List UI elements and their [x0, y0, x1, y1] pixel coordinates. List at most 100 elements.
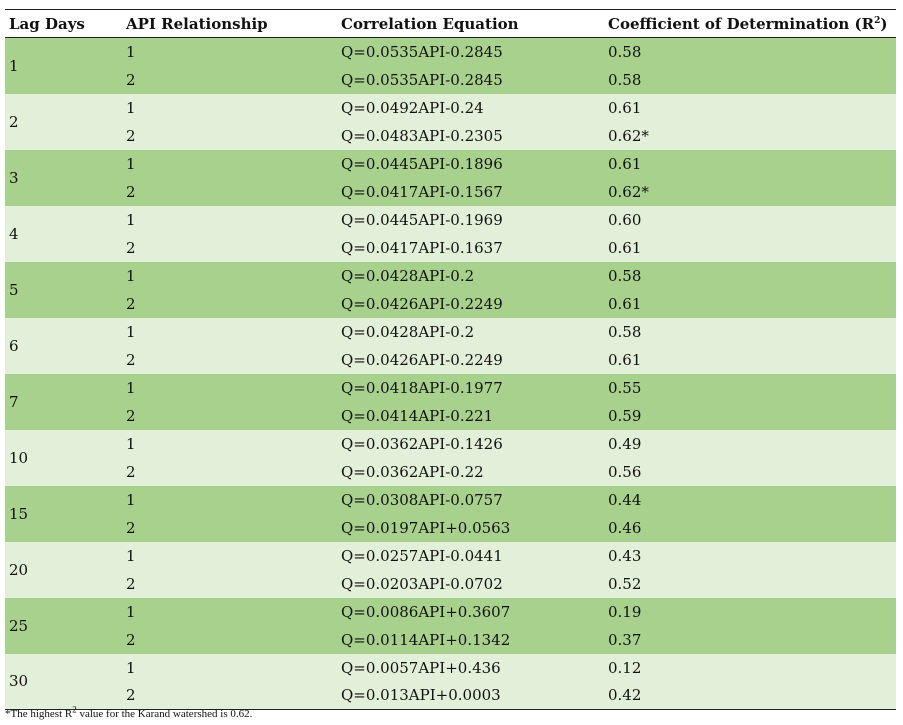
api-relationship-cell: 1: [122, 37, 337, 66]
r2-cell: 0.62*: [604, 121, 896, 150]
correlation-equation-cell: Q=0.0535API-0.2845: [337, 37, 604, 66]
lag-days-cell: 25: [5, 597, 122, 654]
table-row: 10 1 Q=0.0362API-0.1426 0.49: [5, 429, 896, 486]
r2-cell: 0.49: [604, 429, 896, 458]
table-header: Lag Days API Relationship Correlation Eq…: [5, 9, 896, 38]
lag-group-5: 6 1 Q=0.0428API-0.2 0.58 2 Q=0.0426API-0.2249…: [5, 317, 896, 374]
lag-group-8: 15 1 Q=0.0308API-0.0757 0.44 2 Q=0.0197API+0.…: [5, 485, 896, 542]
table-row: 6 1 Q=0.0428API-0.2 0.58: [5, 317, 896, 374]
r2-cell: 0.58: [604, 317, 896, 346]
api-relationship-cell: 2: [122, 177, 337, 206]
correlation-equation-cell: Q=0.0417API-0.1567: [337, 177, 604, 206]
r2-cell: 0.42: [604, 681, 896, 710]
lag-days-cell: 7: [5, 373, 122, 430]
table-row: 15 1 Q=0.0308API-0.0757 0.44: [5, 485, 896, 542]
r2-cell: 0.59: [604, 401, 896, 430]
lag-group-6: 7 1 Q=0.0418API-0.1977 0.55 2 Q=0.0414API-0.2…: [5, 373, 896, 430]
table-row: 2 Q=0.0535API-0.2845 0.58: [5, 65, 896, 94]
r2-cell: 0.19: [604, 597, 896, 626]
api-relationship-cell: 1: [122, 93, 337, 122]
header-correlation-equation: Correlation Equation: [341, 14, 519, 33]
table-row: 2 Q=0.0203API-0.0702 0.52: [5, 569, 896, 598]
r2-cell: 0.12: [604, 653, 896, 682]
table-row: 5 1 Q=0.0428API-0.2 0.58: [5, 261, 896, 318]
r2-cell: 0.60: [604, 205, 896, 234]
table-row: 7 1 Q=0.0418API-0.1977 0.55: [5, 373, 896, 430]
correlation-equation-cell: Q=0.0114API+0.1342: [337, 625, 604, 654]
lag-days-cell: 20: [5, 541, 122, 598]
api-relationship-cell: 1: [122, 205, 337, 234]
lag-days-cell: 2: [5, 93, 122, 150]
correlation-equation-cell: Q=0.0086API+0.3607: [337, 597, 604, 626]
table-row: 2 Q=0.0197API+0.0563 0.46: [5, 513, 896, 542]
lag-days-cell: 3: [5, 149, 122, 206]
api-relationship-cell: 1: [122, 597, 337, 626]
r2-cell: 0.61: [604, 149, 896, 178]
lag-group-10: 25 1 Q=0.0086API+0.3607 0.19 2 Q=0.0114API+0.…: [5, 597, 896, 654]
r2-cell: 0.61: [604, 345, 896, 374]
api-relationship-cell: 2: [122, 681, 337, 710]
lag-group-2: 3 1 Q=0.0445API-0.1896 0.61 2 Q=0.0417API-0.1…: [5, 149, 896, 206]
api-relationship-cell: 1: [122, 485, 337, 514]
api-relationship-cell: 1: [122, 373, 337, 402]
api-relationship-cell: 1: [122, 261, 337, 290]
lag-group-0: 1 1 Q=0.0535API-0.2845 0.58 2 Q=0.0535API-0.2…: [5, 37, 896, 94]
r2-cell: 0.61: [604, 93, 896, 122]
correlation-table: Lag Days API Relationship Correlation Eq…: [5, 9, 896, 710]
api-relationship-cell: 2: [122, 289, 337, 318]
table-row: 1 1 Q=0.0535API-0.2845 0.58: [5, 37, 896, 94]
table-row: 3 1 Q=0.0445API-0.1896 0.61: [5, 149, 896, 206]
table-row: 2 Q=0.0417API-0.1637 0.61: [5, 233, 896, 262]
correlation-equation-cell: Q=0.0197API+0.0563: [337, 513, 604, 542]
correlation-equation-cell: Q=0.0414API-0.221: [337, 401, 604, 430]
table-row: 20 1 Q=0.0257API-0.0441 0.43: [5, 541, 896, 598]
footnote-suffix: value for the Karand watershed is 0.62.: [76, 708, 253, 720]
table-row: 30 1 Q=0.0057API+0.436 0.12: [5, 653, 896, 710]
table-row: 4 1 Q=0.0445API-0.1969 0.60: [5, 205, 896, 262]
correlation-equation-cell: Q=0.0417API-0.1637: [337, 233, 604, 262]
table-row: 2 Q=0.0483API-0.2305 0.62*: [5, 121, 896, 150]
api-relationship-cell: 2: [122, 569, 337, 598]
correlation-equation-cell: Q=0.0428API-0.2: [337, 261, 604, 290]
lag-group-4: 5 1 Q=0.0428API-0.2 0.58 2 Q=0.0426API-0.2249…: [5, 261, 896, 318]
correlation-equation-cell: Q=0.0308API-0.0757: [337, 485, 604, 514]
lag-days-cell: 4: [5, 205, 122, 262]
lag-days-cell: 6: [5, 317, 122, 374]
api-relationship-cell: 2: [122, 625, 337, 654]
table-container: Lag Days API Relationship Correlation Eq…: [5, 9, 896, 710]
correlation-equation-cell: Q=0.0426API-0.2249: [337, 345, 604, 374]
correlation-equation-cell: Q=0.0483API-0.2305: [337, 121, 604, 150]
correlation-equation-cell: Q=0.0426API-0.2249: [337, 289, 604, 318]
r2-cell: 0.61: [604, 289, 896, 318]
lag-group-9: 20 1 Q=0.0257API-0.0441 0.43 2 Q=0.0203API-0.…: [5, 541, 896, 598]
r2-cell: 0.58: [604, 65, 896, 94]
r2-cell: 0.61: [604, 233, 896, 262]
api-relationship-cell: 2: [122, 121, 337, 150]
r2-cell: 0.55: [604, 373, 896, 402]
table-row: 2 Q=0.0114API+0.1342 0.37: [5, 625, 896, 654]
correlation-equation-cell: Q=0.0492API-0.24: [337, 93, 604, 122]
header-coefficient-of-determination: Coefficient of Determination (R2): [604, 10, 896, 38]
table-row: 2 Q=0.0426API-0.2249 0.61: [5, 345, 896, 374]
lag-days-cell: 5: [5, 261, 122, 318]
lag-group-3: 4 1 Q=0.0445API-0.1969 0.60 2 Q=0.0417API-0.1…: [5, 205, 896, 262]
api-relationship-cell: 2: [122, 513, 337, 542]
r2-cell: 0.37: [604, 625, 896, 654]
api-relationship-cell: 1: [122, 317, 337, 346]
table-row: 2 Q=0.0417API-0.1567 0.62*: [5, 177, 896, 206]
r2-cell: 0.58: [604, 37, 896, 66]
correlation-equation-cell: Q=0.0428API-0.2: [337, 317, 604, 346]
api-relationship-cell: 2: [122, 65, 337, 94]
table-row: 2 1 Q=0.0492API-0.24 0.61: [5, 93, 896, 150]
correlation-equation-cell: Q=0.0057API+0.436: [337, 653, 604, 682]
lag-days-cell: 1: [5, 37, 122, 94]
lag-days-cell: 10: [5, 429, 122, 486]
header-r2-suffix: ): [880, 14, 888, 33]
api-relationship-cell: 2: [122, 401, 337, 430]
api-relationship-cell: 1: [122, 149, 337, 178]
api-relationship-cell: 1: [122, 541, 337, 570]
lag-group-7: 10 1 Q=0.0362API-0.1426 0.49 2 Q=0.0362API-0.…: [5, 429, 896, 486]
api-relationship-cell: 2: [122, 345, 337, 374]
api-relationship-cell: 1: [122, 429, 337, 458]
table-row: 2 Q=0.013API+0.0003 0.42: [5, 681, 896, 710]
